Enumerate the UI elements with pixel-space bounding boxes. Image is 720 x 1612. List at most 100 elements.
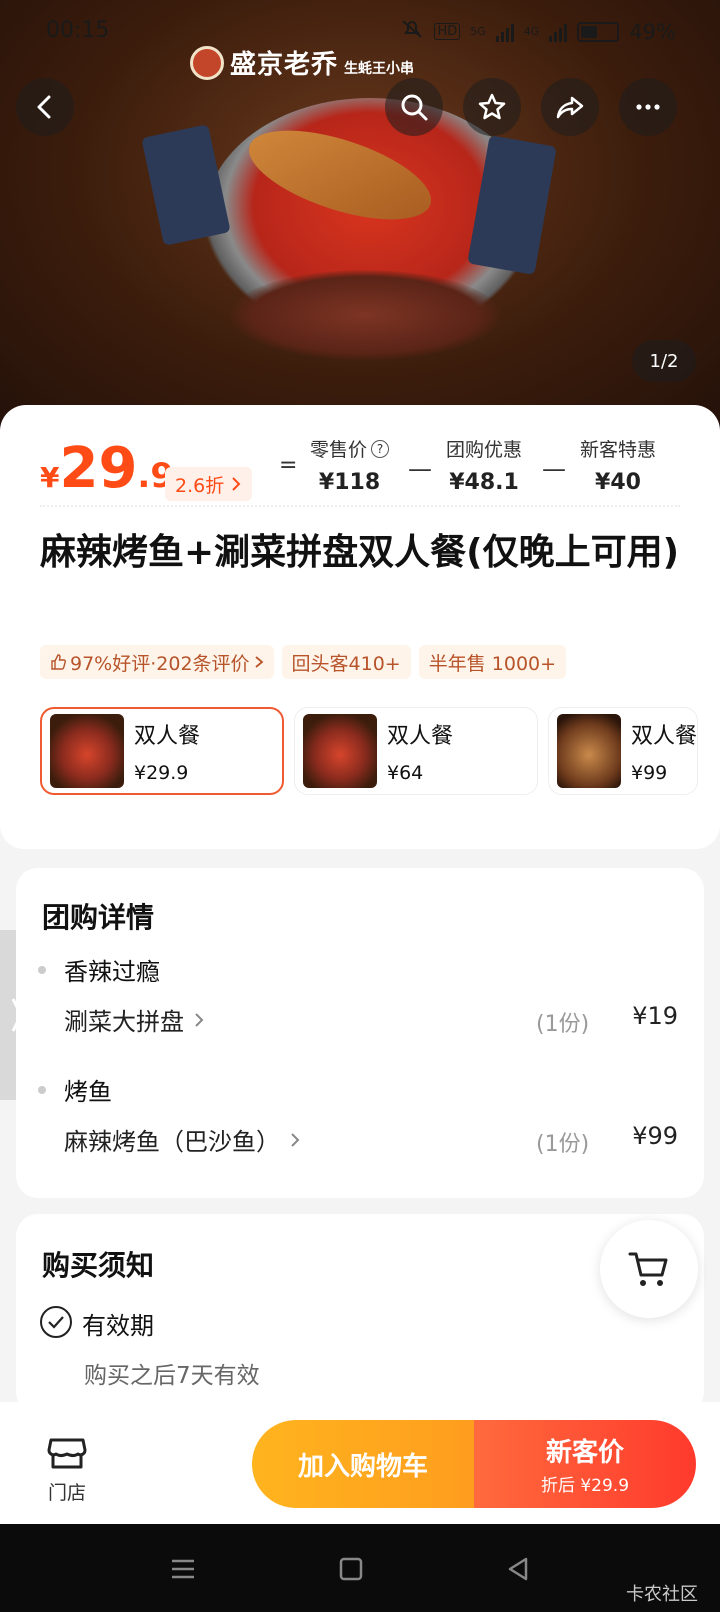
buy-now-button[interactable]: 新客价 折后 ¥29.9 <box>474 1420 696 1508</box>
package-thumbnail <box>50 714 124 788</box>
brand-name: 盛京老乔 <box>230 50 339 80</box>
mute-icon <box>400 18 424 45</box>
details-title: 团购详情 <box>42 901 155 934</box>
retail-price-label: 零售价 <box>310 439 368 461</box>
item-price: ¥99 <box>632 1122 678 1150</box>
package-price: ¥99 <box>630 762 668 784</box>
purchase-notice-card: 购买须知 有效期 购买之后7天有效 <box>16 1214 704 1414</box>
favorite-button[interactable] <box>463 78 521 136</box>
share-icon <box>556 96 584 119</box>
chevron-right-icon <box>254 656 263 668</box>
system-navigation-bar: 卡农社区 <box>0 1524 720 1612</box>
divider <box>40 505 680 507</box>
battery-icon <box>577 21 620 42</box>
search-button[interactable] <box>385 78 443 136</box>
chevron-right-icon <box>291 1132 300 1147</box>
item-quantity: (1份) <box>536 1132 590 1157</box>
bullet <box>38 1086 46 1094</box>
new-customer-discount: 新客特惠 ¥40 <box>580 435 656 495</box>
price-equals: = <box>279 453 298 478</box>
package-name: 双人餐 <box>387 724 454 749</box>
food-photo-stove <box>230 270 500 360</box>
group-title: 烤鱼 <box>64 1078 112 1106</box>
cta-group: 加入购物车 新客价 折后 ¥29.9 <box>252 1420 696 1508</box>
help-icon[interactable]: ? <box>371 439 390 458</box>
hd-icon: HD <box>434 23 461 40</box>
menu-icon[interactable] <box>168 1554 198 1584</box>
item-price: ¥19 <box>632 1002 678 1030</box>
status-time: 00:15 <box>46 18 110 43</box>
store-label: 门店 <box>47 1482 86 1504</box>
package-thumbnail <box>557 714 621 788</box>
repeat-customer-text: 回头客410+ <box>291 652 401 675</box>
bottom-action-bar: 门店 加入购物车 新客价 折后 ¥29.9 <box>0 1402 720 1524</box>
product-title: 麻辣烤鱼+涮菜拼盘双人餐(仅晚上可用) <box>40 532 680 573</box>
price-integer: 29 <box>59 436 138 501</box>
detail-item-2[interactable]: 麻辣烤鱼（巴沙鱼） <box>64 1122 300 1157</box>
add-to-cart-button[interactable]: 加入购物车 <box>252 1420 474 1508</box>
battery-percent: 49% <box>629 19 676 44</box>
thumbs-up-icon <box>51 654 66 670</box>
item-quantity: (1份) <box>536 1012 590 1037</box>
validity-text: 购买之后7天有效 <box>84 1363 260 1389</box>
sales-tag: 半年售 1000+ <box>418 645 567 679</box>
food-photo-banner-left <box>141 124 231 246</box>
package-name: 双人餐 <box>630 724 697 749</box>
buy-sub-label: 折后 ¥29.9 <box>540 1476 630 1496</box>
home-icon[interactable] <box>336 1554 366 1584</box>
discount-tag[interactable]: 2.6折 <box>165 467 253 501</box>
new-customer-value: ¥40 <box>595 470 641 495</box>
signal-4g-icon <box>549 22 568 42</box>
retail-price[interactable]: 零售价? ¥118 <box>310 435 390 495</box>
detail-item-1[interactable]: 涮菜大拼盘 <box>64 1002 204 1037</box>
repeat-customer-tag: 回头客410+ <box>281 645 411 679</box>
chevron-right-icon <box>232 477 241 491</box>
brand-logo-icon <box>190 45 224 80</box>
signal-5g-icon <box>495 22 514 42</box>
retail-price-value: ¥118 <box>318 470 381 495</box>
price-minus-1: — <box>408 455 432 483</box>
group-discount: 团购优惠 ¥48.1 <box>446 435 522 495</box>
price-currency: ¥ <box>40 461 60 494</box>
package-name: 双人餐 <box>134 724 201 749</box>
chevron-right-icon <box>195 1012 204 1027</box>
back-triangle-icon[interactable] <box>504 1554 534 1584</box>
package-price: ¥29.9 <box>134 762 189 784</box>
rating-tag[interactable]: 97%好评·202条评价 <box>40 645 274 679</box>
price-card: ¥ 29 .9 2.6折 = 零售价? ¥118 — 团购优惠 ¥48.1 — … <box>0 405 720 849</box>
more-dots-icon <box>636 104 660 110</box>
store-button[interactable]: 门店 <box>40 1434 94 1505</box>
group-discount-value: ¥48.1 <box>449 470 519 495</box>
watermark: 卡农社区 <box>626 1584 698 1605</box>
package-price: ¥64 <box>387 762 424 784</box>
store-icon <box>47 1438 87 1469</box>
item-name: 涮菜大拼盘 <box>64 1008 184 1036</box>
discount-text: 2.6折 <box>175 474 225 497</box>
package-options: 双人餐 ¥29.9 双人餐 ¥64 双人餐 ¥99 <box>40 707 698 795</box>
group-discount-label: 团购优惠 <box>446 439 523 461</box>
share-button[interactable] <box>541 78 599 136</box>
image-page-indicator: 1/2 <box>632 340 696 382</box>
brand-logo-area: 盛京老乔 生蚝王小串 <box>190 44 414 81</box>
package-option-2[interactable]: 双人餐 ¥64 <box>294 707 538 795</box>
more-button[interactable] <box>619 78 677 136</box>
new-customer-label: 新客特惠 <box>580 439 657 461</box>
current-price: ¥ 29 .9 <box>40 441 174 497</box>
status-icons: HD 5G 4G 49% <box>400 18 676 45</box>
sales-text: 半年售 1000+ <box>428 652 557 675</box>
group-details-card: 团购详情 香辣过瘾 涮菜大拼盘 (1份) ¥19 烤鱼 麻辣烤鱼（巴沙鱼） (1… <box>16 868 704 1198</box>
package-option-1[interactable]: 双人餐 ¥29.9 <box>40 707 284 795</box>
back-button[interactable] <box>16 78 74 136</box>
chevron-left-icon <box>37 95 51 119</box>
search-icon <box>401 94 428 121</box>
buy-main-label: 新客价 <box>545 1438 624 1468</box>
package-option-3[interactable]: 双人餐 ¥99 <box>548 707 698 795</box>
hero-image-area[interactable]: 00:15 HD 5G 4G 49% 盛京老乔 生蚝王小串 1/2 <box>0 0 720 430</box>
check-circle-icon <box>40 1306 72 1338</box>
brand-subtitle: 生蚝王小串 <box>344 60 415 77</box>
star-icon <box>478 93 506 120</box>
shopping-cart-icon <box>628 1252 668 1286</box>
group-title: 香辣过瘾 <box>64 958 160 986</box>
floating-cart-button[interactable] <box>600 1220 698 1318</box>
net-4g-label: 4G <box>523 25 540 38</box>
